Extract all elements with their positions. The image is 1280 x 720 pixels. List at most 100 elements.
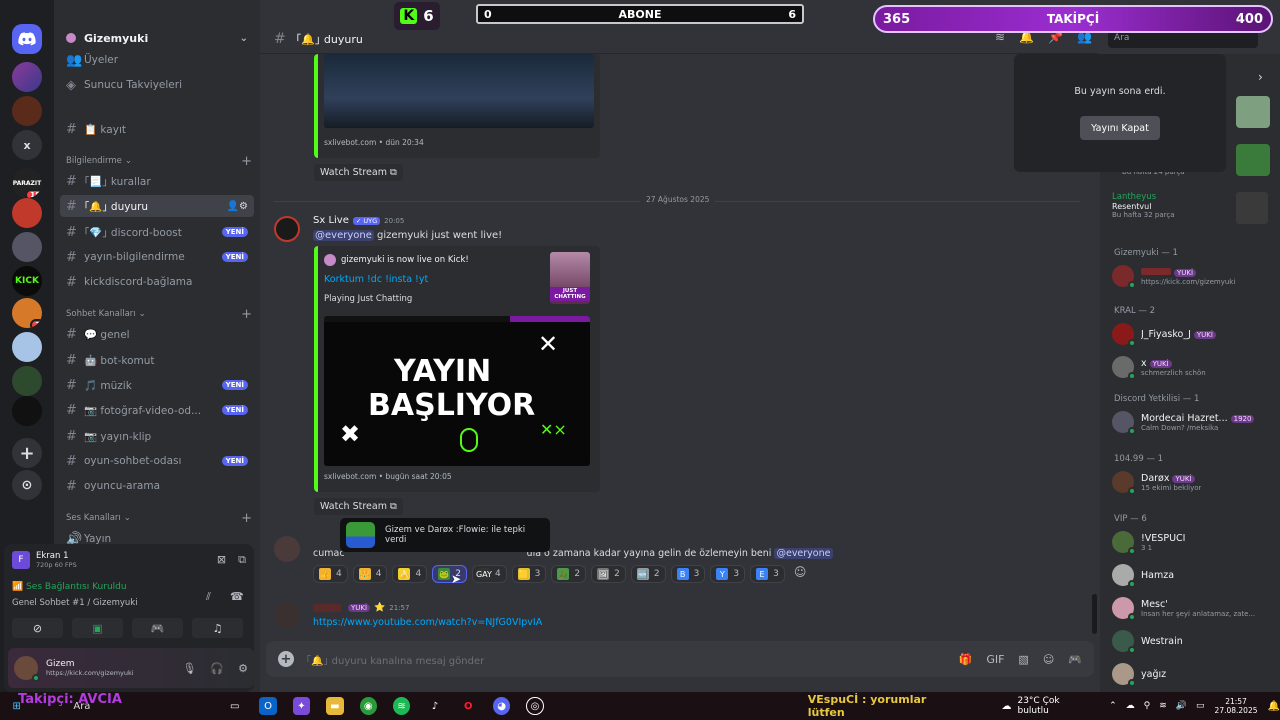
embed-thumbnail[interactable]: JUST CHATTING bbox=[550, 252, 590, 304]
reaction-button[interactable]: 🐊 2 bbox=[551, 565, 587, 583]
weather-text[interactable]: 23°C Çok bulutlu bbox=[1017, 696, 1091, 716]
embed-title[interactable]: Korktum !dc !insta !yt bbox=[324, 274, 428, 285]
copilot-icon[interactable]: ✦ bbox=[292, 697, 311, 715]
member-item[interactable]: !VESPUCI 3 1 bbox=[1112, 528, 1276, 556]
sidebar-item-channel[interactable]: # 🤖 bot-komut bbox=[60, 349, 254, 371]
sidebar-item-channel[interactable]: # ｢📃｣ kurallar bbox=[60, 170, 254, 192]
avatar[interactable] bbox=[274, 602, 300, 628]
voice-channel-link[interactable]: Genel Sohbet #1 / Gizemyuki bbox=[12, 598, 252, 608]
member-item[interactable]: J_Fiyasko_J YUKİ bbox=[1112, 320, 1276, 348]
sidebar-item-channel[interactable]: # kickdiscord-bağlama bbox=[60, 271, 254, 293]
member-item[interactable]: Hamza bbox=[1112, 561, 1276, 589]
chrome-icon[interactable]: ◉ bbox=[359, 697, 377, 715]
sidebar-item-channel[interactable]: # yayın-bilgilendirme YENİ bbox=[60, 246, 254, 268]
chevron-up-icon[interactable]: ⌃ bbox=[1109, 701, 1117, 711]
reaction-button[interactable]: 🟨 3 bbox=[511, 565, 547, 583]
reaction-button[interactable]: 🍌 4 bbox=[392, 565, 428, 583]
tiktok-icon[interactable]: ♪ bbox=[426, 697, 443, 715]
user-info[interactable]: Gizem https://kick.com/gizemyuki bbox=[46, 659, 134, 677]
outlook-icon[interactable]: O bbox=[259, 697, 277, 715]
server-header[interactable]: Gizemyuki ⌄ bbox=[54, 24, 260, 52]
reaction-button[interactable]: E3 bbox=[750, 565, 785, 583]
add-channel-icon[interactable]: + bbox=[241, 307, 252, 322]
server-icon[interactable] bbox=[12, 332, 42, 362]
server-icon[interactable] bbox=[12, 232, 42, 262]
close-stream-button[interactable]: Yayını Kapat bbox=[1080, 116, 1160, 140]
voice-status[interactable]: 📶 Ses Bağlantısı Kuruldu bbox=[12, 582, 252, 592]
soundboard-button[interactable]: ♫ bbox=[192, 618, 243, 638]
mention[interactable]: @everyone bbox=[774, 548, 833, 559]
camera-off-button[interactable]: ⊘ bbox=[12, 618, 63, 638]
apps-icon[interactable]: 🎮 bbox=[1068, 653, 1082, 666]
server-icon[interactable] bbox=[12, 396, 42, 426]
server-icon-x[interactable]: x bbox=[12, 130, 42, 160]
sidebar-item-channel[interactable]: # oyun-sohbet-odası YENİ bbox=[60, 450, 254, 472]
close-stream-icon[interactable]: ⊠ bbox=[217, 553, 226, 567]
scrollbar[interactable] bbox=[1092, 594, 1097, 634]
reaction-button[interactable]: 🖼 2 bbox=[591, 565, 626, 583]
add-channel-icon[interactable]: + bbox=[241, 154, 252, 169]
mention[interactable]: @everyone bbox=[313, 230, 374, 241]
obs-icon[interactable]: ◎ bbox=[526, 697, 544, 715]
sidebar-item-channel[interactable]: # ｢🔔｣ duyuru 👤⚙ bbox=[60, 195, 254, 217]
member-item[interactable]: Mesc' İnsan her şeyi anlatamaz, zate... bbox=[1112, 594, 1276, 622]
clock[interactable]: 21:57 27.08.2025 bbox=[1215, 697, 1258, 715]
author-name-redacted[interactable] bbox=[313, 604, 341, 612]
reaction-button[interactable]: GAY 4 bbox=[471, 565, 507, 583]
add-channel-icon[interactable]: + bbox=[241, 511, 252, 526]
category-chat[interactable]: Sohbet Kanalları ⌄ + bbox=[66, 307, 252, 322]
gif-icon[interactable]: GIF bbox=[986, 653, 1004, 666]
add-attachment-icon[interactable]: + bbox=[278, 651, 294, 667]
gift-icon[interactable]: 🎁 bbox=[959, 653, 973, 666]
member-item[interactable]: x YUKİ schmerzlich schön bbox=[1112, 353, 1276, 381]
cloud-icon[interactable]: ☁ bbox=[1126, 701, 1135, 711]
noise-suppression-icon[interactable]: ⫽ bbox=[206, 590, 211, 604]
author-name[interactable]: Sx Live bbox=[313, 215, 349, 226]
settings-gear-icon[interactable]: ⚙ bbox=[238, 662, 248, 675]
screen-share-button[interactable]: ▣ bbox=[72, 618, 123, 638]
member-item[interactable]: yağız bbox=[1112, 660, 1276, 688]
disconnect-icon[interactable]: ☎ bbox=[230, 590, 244, 603]
add-server-icon[interactable]: + bbox=[12, 438, 42, 468]
embed-image[interactable] bbox=[324, 54, 594, 128]
sidebar-item-channel[interactable]: # 📋 kayıt bbox=[60, 118, 254, 140]
sidebar-item-members[interactable]: 👥 Üyeler bbox=[60, 49, 254, 71]
sidebar-item-channel[interactable]: # 📷 yayın-klip bbox=[60, 425, 254, 447]
watch-stream-button[interactable]: Watch Stream ⧉ bbox=[314, 164, 403, 181]
headphones-icon[interactable]: 🎧 bbox=[210, 662, 224, 675]
reaction-button[interactable]: B3 bbox=[670, 565, 706, 583]
sidebar-item-channel[interactable]: # 💬 genel bbox=[60, 323, 254, 345]
member-lantheyus[interactable]: Lantheyus Resentvul Bu hafta 32 parça bbox=[1112, 192, 1175, 219]
activity-button[interactable]: 🎮 bbox=[132, 618, 183, 638]
discord-taskbar-icon[interactable]: ◕ bbox=[492, 697, 511, 715]
channel-settings-icon[interactable]: 👤⚙ bbox=[227, 201, 248, 212]
task-view-icon[interactable]: ▭ bbox=[226, 697, 243, 715]
chevron-right-icon[interactable]: › bbox=[1258, 70, 1263, 84]
sticker-icon[interactable]: ▧ bbox=[1018, 653, 1028, 666]
embed-banner-image[interactable]: YAYIN BAŞLIYOR ✕ ✖ ✕× bbox=[324, 316, 590, 466]
member-item[interactable]: Darøx YUKİ 15 ekimi bekliyor bbox=[1112, 468, 1276, 496]
message-link[interactable]: https://www.youtube.com/watch?v=NJfG0VIp… bbox=[313, 617, 542, 628]
spotify-icon[interactable]: ≋ bbox=[392, 697, 411, 715]
reaction-button[interactable]: 👑 4 bbox=[352, 565, 388, 583]
notification-bell-icon[interactable]: 🔔 bbox=[1268, 701, 1280, 712]
tray-icons[interactable]: ⌃ ☁ ⚲ ≋ 🔊 ▭ bbox=[1109, 701, 1204, 711]
thumbnail-money[interactable] bbox=[1236, 96, 1270, 128]
server-icon[interactable] bbox=[12, 62, 42, 92]
location-icon[interactable]: ⚲ bbox=[1144, 701, 1151, 711]
member-item[interactable]: Westrain bbox=[1112, 627, 1276, 655]
microphone-icon[interactable]: 🎙 bbox=[182, 662, 196, 675]
server-icon[interactable] bbox=[12, 366, 42, 396]
avatar[interactable] bbox=[274, 216, 300, 242]
server-icon[interactable] bbox=[12, 96, 42, 126]
avatar[interactable] bbox=[274, 536, 300, 562]
opera-icon[interactable]: O bbox=[460, 697, 477, 715]
category-info[interactable]: Bilgilendirme ⌄ + bbox=[66, 154, 252, 169]
discover-icon[interactable]: ⊙ bbox=[12, 470, 42, 500]
reaction-button[interactable]: 👍 4 bbox=[313, 565, 348, 583]
avatar[interactable] bbox=[14, 656, 40, 682]
sidebar-item-channel[interactable]: # ｢💎｣ discord-boost YENİ bbox=[60, 221, 254, 243]
add-reaction-icon[interactable]: ☺ bbox=[794, 565, 807, 583]
server-icon[interactable]: PARAZIT 18 bbox=[12, 168, 42, 198]
watch-stream-button[interactable]: Watch Stream ⧉ bbox=[314, 498, 403, 515]
